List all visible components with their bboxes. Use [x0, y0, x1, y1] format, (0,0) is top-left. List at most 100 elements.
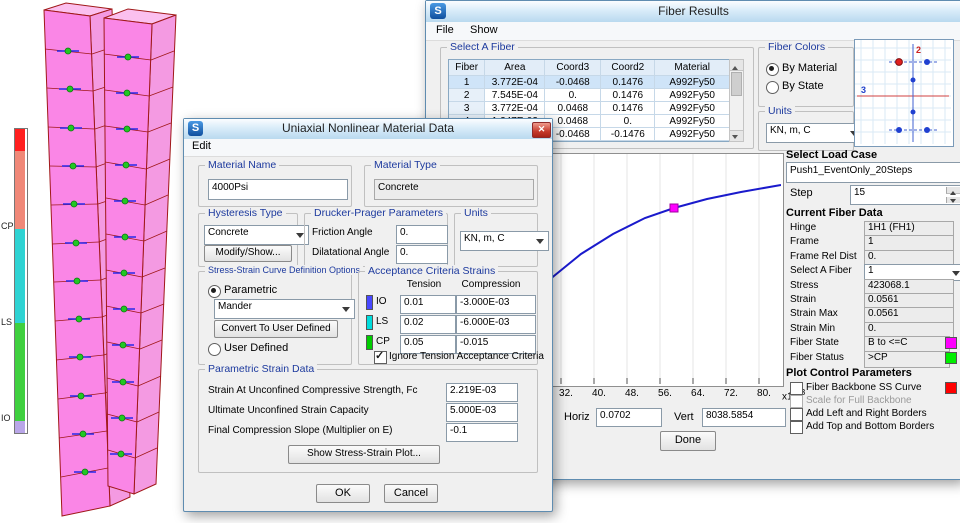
titlebar[interactable]: S Uniaxial Nonlinear Material Data [184, 119, 552, 140]
io-tension-field[interactable]: 0.01 [400, 295, 456, 314]
io-compression-field[interactable]: -3.000E-03 [456, 295, 536, 314]
backbone-color-swatch[interactable] [945, 382, 957, 394]
field-label: Fiber State [790, 337, 839, 348]
table-row[interactable]: 2 7.545E-04 0. 0.1476 A992Fy50 [449, 89, 730, 102]
cell: 1 [449, 76, 485, 89]
group-label: Material Type [371, 159, 440, 171]
titlebar[interactable]: S Fiber Results [426, 1, 960, 23]
horiz-value-field[interactable]: 0.0702 [596, 408, 662, 427]
radio-by-material-label: By Material [782, 62, 837, 74]
menu-show[interactable]: Show [470, 24, 498, 36]
legend-segment-ls-cp [15, 229, 25, 323]
friction-angle-field[interactable]: 0. [396, 225, 448, 244]
cp-label: CP [376, 336, 390, 347]
checkbox-left-right-borders[interactable] [790, 408, 803, 421]
material-type-field: Concrete [374, 179, 534, 200]
menu-edit[interactable]: Edit [192, 140, 211, 152]
hinge-state-legend [14, 128, 28, 434]
field-label: Hinge [790, 222, 816, 233]
tension-header: Tension [400, 279, 448, 290]
group-label: Drucker-Prager Parameters [311, 207, 446, 219]
convert-to-user-defined-button[interactable]: Convert To User Defined [214, 320, 338, 338]
spin-down-icon[interactable] [946, 197, 960, 203]
material-name-field[interactable]: 4000Psi [208, 179, 348, 200]
cell: 0.1476 [601, 76, 655, 89]
scroll-thumb[interactable] [731, 72, 742, 96]
fiber-status-swatch [945, 352, 957, 364]
group-label: Material Name [205, 159, 279, 171]
field-label: Strain [790, 294, 816, 305]
selected-fiber-dot[interactable] [896, 59, 903, 66]
vert-value-field[interactable]: 8038.5854 [702, 408, 786, 427]
radio-by-material[interactable] [766, 63, 779, 76]
field-label: Strain Min [790, 323, 835, 334]
cell: A992Fy50 [655, 102, 730, 115]
step-spinner[interactable]: 15 [850, 185, 960, 205]
x-tick: 48. [616, 388, 648, 399]
checkbox-top-bottom-borders[interactable] [790, 421, 803, 434]
legend-label-io: IO [1, 413, 14, 423]
group-label: Parametric Strain Data [205, 363, 317, 375]
spin-up-icon[interactable] [946, 187, 960, 194]
radio-user-defined[interactable] [208, 343, 221, 356]
fc-strain-field[interactable]: 2.219E-03 [446, 383, 518, 402]
axis-3-label: 3 [861, 85, 866, 95]
vert-label: Vert [674, 411, 694, 423]
fiber-state-swatch [945, 337, 957, 349]
param-row-label: Ultimate Unconfined Strain Capacity [208, 405, 369, 416]
table-row[interactable]: 1 3.772E-04 -0.0468 0.1476 A992Fy50 [449, 76, 730, 89]
param-row-label: Final Compression Slope (Multiplier on E… [208, 425, 393, 436]
cell: A992Fy50 [655, 115, 730, 128]
group-label: Units [765, 105, 795, 117]
step-label: Step [790, 187, 813, 199]
scroll-down-icon[interactable] [730, 130, 743, 141]
col-material: Material [655, 60, 730, 76]
checkbox-fiber-backbone[interactable] [790, 382, 803, 395]
ultimate-strain-field[interactable]: 5.000E-03 [446, 403, 518, 422]
group-label: Hysteresis Type [205, 207, 286, 219]
ls-tension-field[interactable]: 0.02 [400, 315, 456, 334]
legend-segment-e [15, 129, 25, 151]
close-icon[interactable] [532, 122, 551, 138]
cell: A992Fy50 [655, 128, 730, 141]
cell: -0.0468 [545, 76, 601, 89]
parametric-type-combo[interactable]: Mander [214, 299, 355, 319]
field-label: Strain Max [790, 308, 838, 319]
desktop: CP LS IO S Fiber Results File Show Selec… [0, 0, 960, 523]
axis-2-label: 2 [916, 45, 921, 55]
dilatational-angle-field[interactable]: 0. [396, 245, 448, 264]
ls-swatch [366, 315, 373, 330]
units-combo[interactable]: KN, m, C [766, 123, 863, 143]
radio-by-state[interactable] [766, 81, 779, 94]
current-step-marker [670, 204, 678, 212]
table-scrollbar[interactable] [729, 59, 744, 142]
checkbox-ignore-tension[interactable] [374, 351, 387, 364]
legend-label-ls: LS [1, 317, 14, 327]
hysteresis-combo[interactable]: Concrete [204, 225, 309, 245]
checkbox-label: Fiber Backbone SS Curve [806, 382, 922, 393]
x-tick: 80. [748, 388, 780, 399]
col-coord2: Coord2 [601, 60, 655, 76]
ls-compression-field[interactable]: -6.000E-03 [456, 315, 536, 334]
table-header-row: Fiber Area Coord3 Coord2 Material [449, 60, 730, 76]
units-combo[interactable]: KN, m, C [460, 231, 549, 251]
show-stress-strain-plot-button[interactable]: Show Stress-Strain Plot... [288, 445, 440, 464]
radio-parametric[interactable] [208, 285, 221, 298]
done-button[interactable]: Done [660, 431, 716, 451]
final-slope-field[interactable]: -0.1 [446, 423, 518, 442]
fiber-status-field: >CP [864, 351, 950, 368]
scroll-up-icon[interactable] [730, 60, 743, 71]
modify-show-button[interactable]: Modify/Show... [204, 245, 292, 262]
group-label: Select A Fiber [447, 41, 518, 53]
io-swatch [366, 295, 373, 310]
load-case-combo[interactable]: Push1_EventOnly_20Steps [786, 162, 960, 183]
cancel-button[interactable]: Cancel [384, 484, 438, 503]
uniaxial-material-dialog: S Uniaxial Nonlinear Material Data Edit … [183, 118, 553, 512]
fiber-section-view[interactable]: 2 3 [854, 39, 954, 147]
legend-label-cp: CP [1, 221, 14, 231]
ok-button[interactable]: OK [316, 484, 370, 503]
checkbox-scale-full-backbone [790, 395, 803, 408]
fiber-colors-group: Fiber Colors [758, 47, 854, 107]
table-row[interactable]: 3 3.772E-04 0.0468 0.1476 A992Fy50 [449, 102, 730, 115]
menu-file[interactable]: File [436, 24, 454, 36]
